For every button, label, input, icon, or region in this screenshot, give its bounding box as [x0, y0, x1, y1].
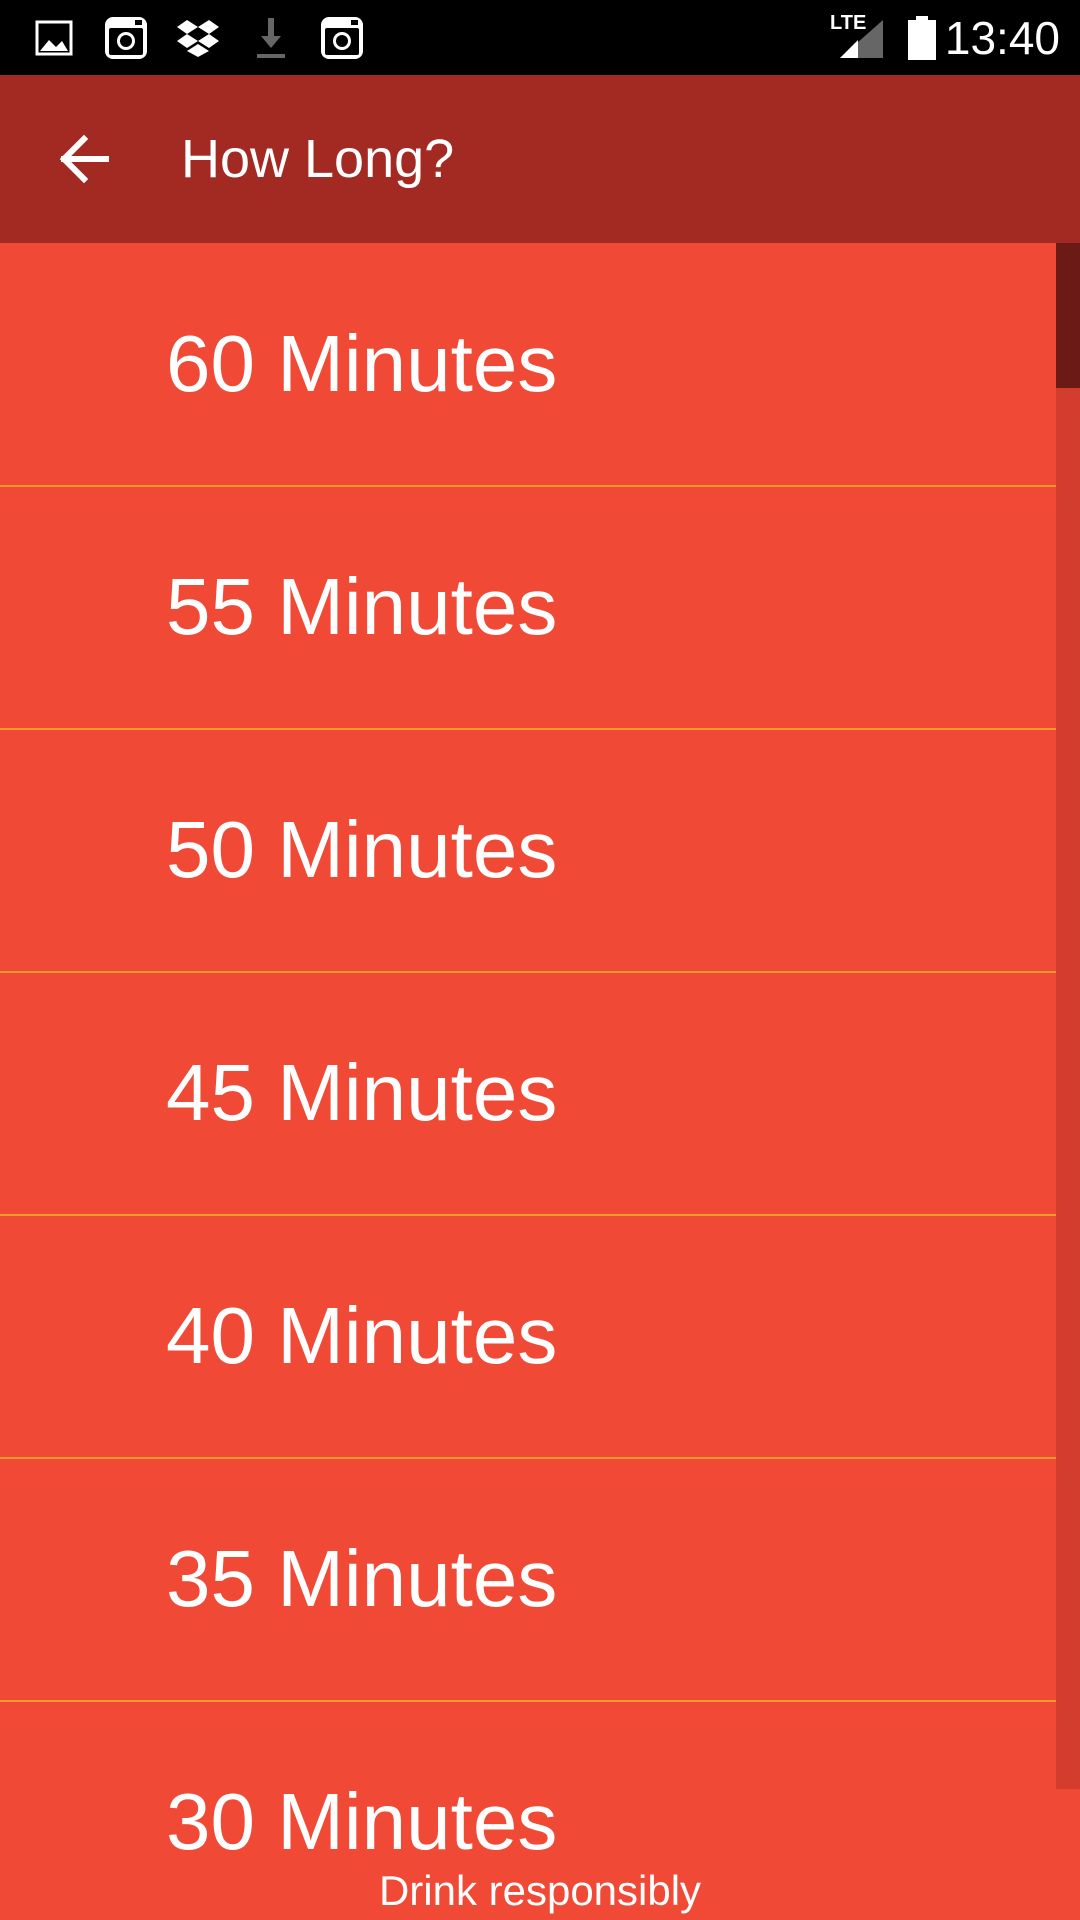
- scrollbar-thumb[interactable]: [1056, 243, 1080, 388]
- signal-icon: LTE: [828, 12, 888, 62]
- list-item-label: 35 Minutes: [166, 1534, 558, 1623]
- instagram-icon: [105, 17, 147, 59]
- instagram-icon: [321, 17, 363, 59]
- duration-list[interactable]: 60 Minutes 55 Minutes 50 Minutes 45 Minu…: [0, 243, 1080, 1920]
- app-bar: How Long?: [0, 75, 1080, 243]
- list-item-label: 55 Minutes: [166, 562, 558, 651]
- scrollbar-track[interactable]: [1056, 243, 1080, 1789]
- download-icon: [257, 18, 285, 58]
- list-item[interactable]: 50 Minutes: [0, 729, 1056, 973]
- list-item[interactable]: 35 Minutes: [0, 1458, 1056, 1702]
- footer-disclaimer: Drink responsibly: [378, 1867, 702, 1914]
- list-item[interactable]: 45 Minutes: [0, 972, 1056, 1216]
- status-bar: LTE 13:40: [0, 0, 1080, 75]
- list-item-label: 60 Minutes: [166, 319, 558, 408]
- page-title: How Long?: [181, 129, 455, 189]
- battery-icon: [908, 16, 936, 60]
- list-item-label: 40 Minutes: [166, 1291, 558, 1380]
- list-item[interactable]: 55 Minutes: [0, 486, 1056, 730]
- list-item[interactable]: 40 Minutes: [0, 1215, 1056, 1459]
- list-item[interactable]: 60 Minutes: [0, 243, 1056, 487]
- arrow-back-icon: [59, 134, 109, 184]
- dropbox-icon: [177, 20, 219, 57]
- list-item-label: 45 Minutes: [166, 1048, 558, 1137]
- back-button[interactable]: [36, 111, 132, 207]
- gallery-icon: [35, 20, 73, 56]
- list-item-label: 50 Minutes: [166, 805, 558, 894]
- status-time: 13:40: [944, 12, 1060, 64]
